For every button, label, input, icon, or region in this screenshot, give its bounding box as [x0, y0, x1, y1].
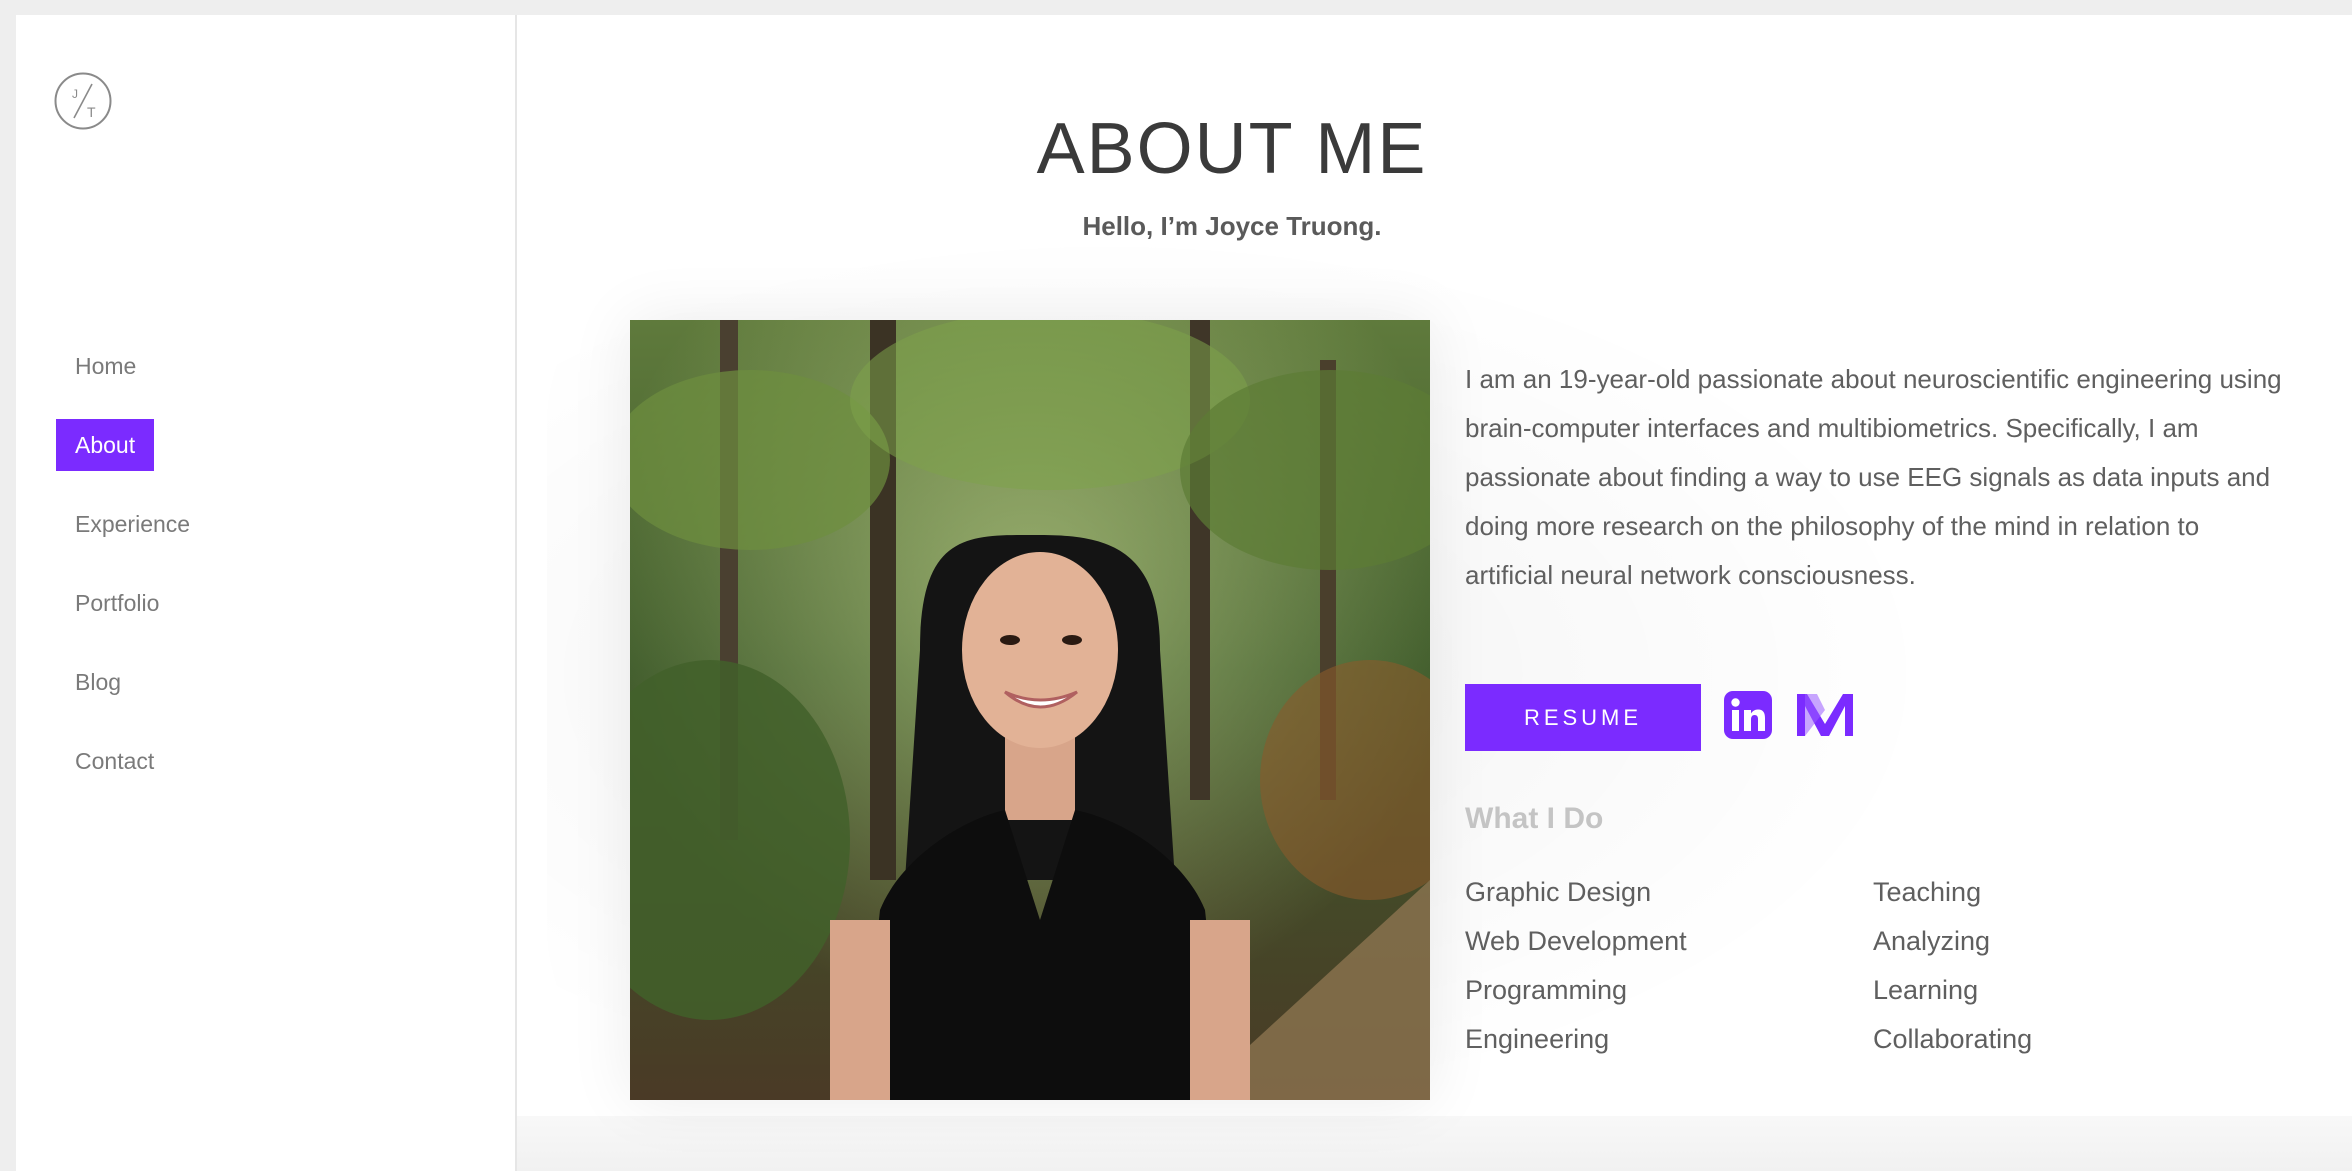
page-frame: J T Home About Experience Portfolio Blog… [16, 15, 2352, 1171]
greeting-subtitle: Hello, I’m Joyce Truong. [1082, 211, 1382, 241]
action-row: RESUME [1465, 684, 1855, 751]
page-title: ABOUT ME [1036, 109, 1428, 189]
skills-list: Graphic Design Teaching Web Development … [1465, 868, 2085, 1064]
bio-paragraph: I am an 19-year-old passionate about neu… [1465, 364, 2282, 590]
section-divider [517, 1116, 2352, 1171]
skill-item: Engineering [1465, 1024, 1610, 1054]
skill-item: Analyzing [1873, 926, 1991, 956]
profile-photo [630, 320, 1430, 1100]
nav-item-experience[interactable]: Experience [56, 498, 209, 550]
nav-item-contact[interactable]: Contact [56, 735, 173, 787]
nav-item-about[interactable]: About [56, 419, 155, 471]
skill-item: Web Development [1465, 926, 1687, 956]
svg-text:T: T [87, 104, 96, 120]
medium-icon [1797, 694, 1853, 736]
main-nav: Home About Experience Portfolio Blog Con… [56, 340, 209, 814]
skill-item: Teaching [1873, 877, 1982, 907]
linkedin-link[interactable] [1723, 690, 1773, 745]
skill-item: Learning [1873, 975, 1979, 1005]
about-section: ABOUT ME Hello, I’m Joyce Truong. I am a… [517, 15, 2352, 1171]
nav-item-portfolio[interactable]: Portfolio [56, 577, 178, 629]
nav-item-blog[interactable]: Blog [56, 656, 140, 708]
site-logo[interactable]: J T [54, 72, 112, 130]
what-i-do-heading: What I Do [1465, 802, 1604, 835]
skill-item: Programming [1465, 975, 1628, 1005]
sidebar: J T Home About Experience Portfolio Blog… [16, 15, 517, 1171]
skill-item: Graphic Design [1465, 877, 1652, 907]
nav-item-home[interactable]: Home [56, 340, 155, 392]
medium-link[interactable] [1795, 690, 1855, 745]
linkedin-icon [1724, 691, 1772, 739]
skill-item: Collaborating [1873, 1024, 2033, 1054]
jt-monogram-icon: J T [54, 72, 112, 130]
svg-text:J: J [72, 87, 78, 101]
resume-button[interactable]: RESUME [1465, 684, 1701, 751]
